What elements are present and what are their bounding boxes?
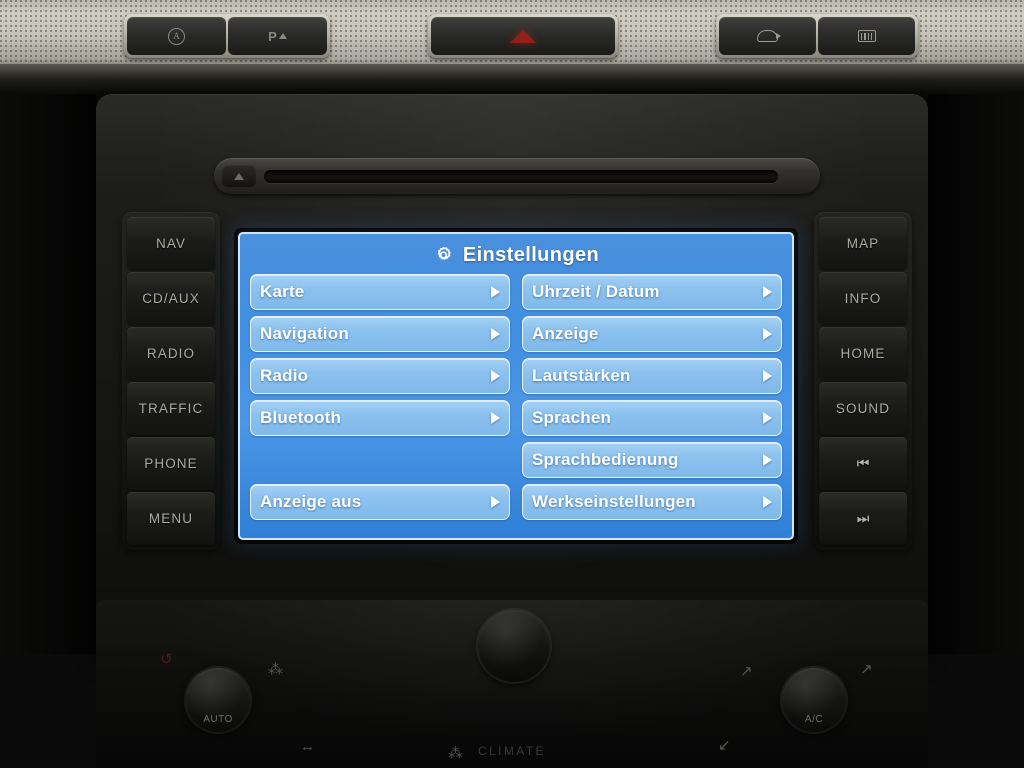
left-temperature-knob[interactable]: AUTO: [186, 668, 250, 732]
menu-item-label: Sprachen: [532, 408, 612, 427]
menu-item-label: Radio: [260, 366, 309, 385]
chevron-right-icon: [491, 286, 500, 298]
chevron-right-icon: [763, 496, 772, 508]
eject-icon: [234, 172, 244, 180]
parking-assist-button[interactable]: P: [228, 17, 327, 55]
menu-item-label: Bluetooth: [260, 408, 342, 427]
chevron-right-icon: [491, 412, 500, 424]
infotainment-screenshot: A P NAV CD/AUX RADIO TRAFFIC PHONE MENU …: [0, 0, 1024, 768]
cd-slot: [214, 158, 820, 194]
left-knob-label: AUTO: [203, 714, 233, 725]
climate-panel-label: CLIMATE: [478, 744, 546, 758]
hardkey-home[interactable]: HOME: [819, 327, 907, 380]
hardkey-traffic[interactable]: TRAFFIC: [127, 382, 215, 435]
recirculation-icon[interactable]: ↺: [160, 650, 173, 668]
fan-icon[interactable]: ⁂: [268, 660, 283, 678]
hazard-lights-button[interactable]: [431, 17, 615, 55]
cd-slot-opening[interactable]: [264, 169, 778, 183]
chevron-right-icon: [763, 370, 772, 382]
triangle-up-icon: [278, 33, 287, 39]
menu-item-bluetooth[interactable]: Bluetooth: [250, 400, 510, 436]
trunk-open-icon: [757, 30, 781, 42]
menu-item-label: Uhrzeit / Datum: [532, 282, 660, 301]
console-right-bolster: [928, 94, 1024, 654]
menu-item-radio[interactable]: Radio: [250, 358, 510, 394]
settings-menu-grid: Karte Uhrzeit / Datum Navigation Anzeige Rad…: [250, 274, 782, 520]
right-knob-label: A/C: [804, 714, 824, 725]
menu-item-sprachen[interactable]: Sprachen: [522, 400, 782, 436]
hardkey-phone[interactable]: PHONE: [127, 437, 215, 490]
menu-item-anzeige-aus[interactable]: Anzeige aus: [250, 484, 510, 520]
hardkey-info[interactable]: INFO: [819, 272, 907, 325]
chevron-right-icon: [763, 286, 772, 298]
page-title: Einstellungen: [250, 240, 782, 270]
chevron-right-icon: [763, 454, 772, 466]
console-left-bolster: [0, 94, 96, 654]
right-temperature-knob[interactable]: A/C: [782, 668, 846, 732]
menu-item-label: Lautstärken: [532, 366, 631, 385]
start-stop-button[interactable]: A: [127, 17, 226, 55]
parking-assist-icon: P: [268, 30, 287, 43]
hardkey-menu[interactable]: MENU: [127, 492, 215, 545]
hazard-switch-pod: [428, 14, 618, 58]
chevron-right-icon: [763, 412, 772, 424]
auto-start-stop-icon: A: [168, 27, 185, 45]
hardkey-cd-aux[interactable]: CD/AUX: [127, 272, 215, 325]
cd-eject-button[interactable]: [222, 165, 256, 187]
hardkey-map[interactable]: MAP: [819, 217, 907, 270]
hardkey-radio[interactable]: RADIO: [127, 327, 215, 380]
hardkey-next-track[interactable]: ⏭: [819, 492, 907, 545]
menu-item-navigation[interactable]: Navigation: [250, 316, 510, 352]
menu-item-label: Anzeige aus: [260, 492, 362, 511]
airflow-face-icon[interactable]: ↗: [740, 662, 753, 680]
trunk-release-button[interactable]: [719, 17, 816, 55]
dashboard-trim-shadow: [0, 64, 1024, 94]
left-hardkey-column: NAV CD/AUX RADIO TRAFFIC PHONE MENU: [122, 212, 220, 550]
rear-defroster-icon: [857, 30, 876, 42]
menu-item-label: Karte: [260, 282, 305, 301]
menu-item-label: Werkseinstellungen: [532, 492, 696, 511]
hardkey-nav[interactable]: NAV: [127, 217, 215, 270]
rear-defroster-button[interactable]: [818, 17, 915, 55]
menu-slot-empty: [250, 442, 510, 478]
menu-item-uhrzeit-datum[interactable]: Uhrzeit / Datum: [522, 274, 782, 310]
right-hardkey-column: MAP INFO HOME SOUND ⏮ ⏭: [814, 212, 912, 550]
gear-icon: [437, 246, 451, 260]
hazard-triangle-icon: [510, 29, 536, 43]
menu-item-label: Sprachbedienung: [532, 450, 679, 469]
page-title-text: Einstellungen: [462, 243, 600, 266]
airflow-upper-icon[interactable]: ↗: [860, 660, 873, 678]
chevron-right-icon: [491, 370, 500, 382]
menu-item-label: Navigation: [260, 324, 349, 343]
chevron-right-icon: [763, 328, 772, 340]
menu-item-sprachbedienung[interactable]: Sprachbedienung: [522, 442, 782, 478]
menu-item-werkseinstellungen[interactable]: Werkseinstellungen: [522, 484, 782, 520]
right-switch-pod: [716, 14, 918, 58]
display-bezel: Einstellungen Karte Uhrzeit / Datum Naviga…: [234, 228, 798, 544]
menu-item-karte[interactable]: Karte: [250, 274, 510, 310]
hardkey-sound[interactable]: SOUND: [819, 382, 907, 435]
chevron-right-icon: [491, 496, 500, 508]
chevron-right-icon: [491, 328, 500, 340]
left-switch-pod: A P: [124, 14, 330, 58]
rotary-selector-knob[interactable]: [478, 610, 550, 682]
menu-item-anzeige[interactable]: Anzeige: [522, 316, 782, 352]
menu-item-label: Anzeige: [532, 324, 599, 343]
lcd-screen: Einstellungen Karte Uhrzeit / Datum Naviga…: [238, 232, 794, 540]
menu-item-lautstaerken[interactable]: Lautstärken: [522, 358, 782, 394]
hardkey-previous-track[interactable]: ⏮: [819, 437, 907, 490]
